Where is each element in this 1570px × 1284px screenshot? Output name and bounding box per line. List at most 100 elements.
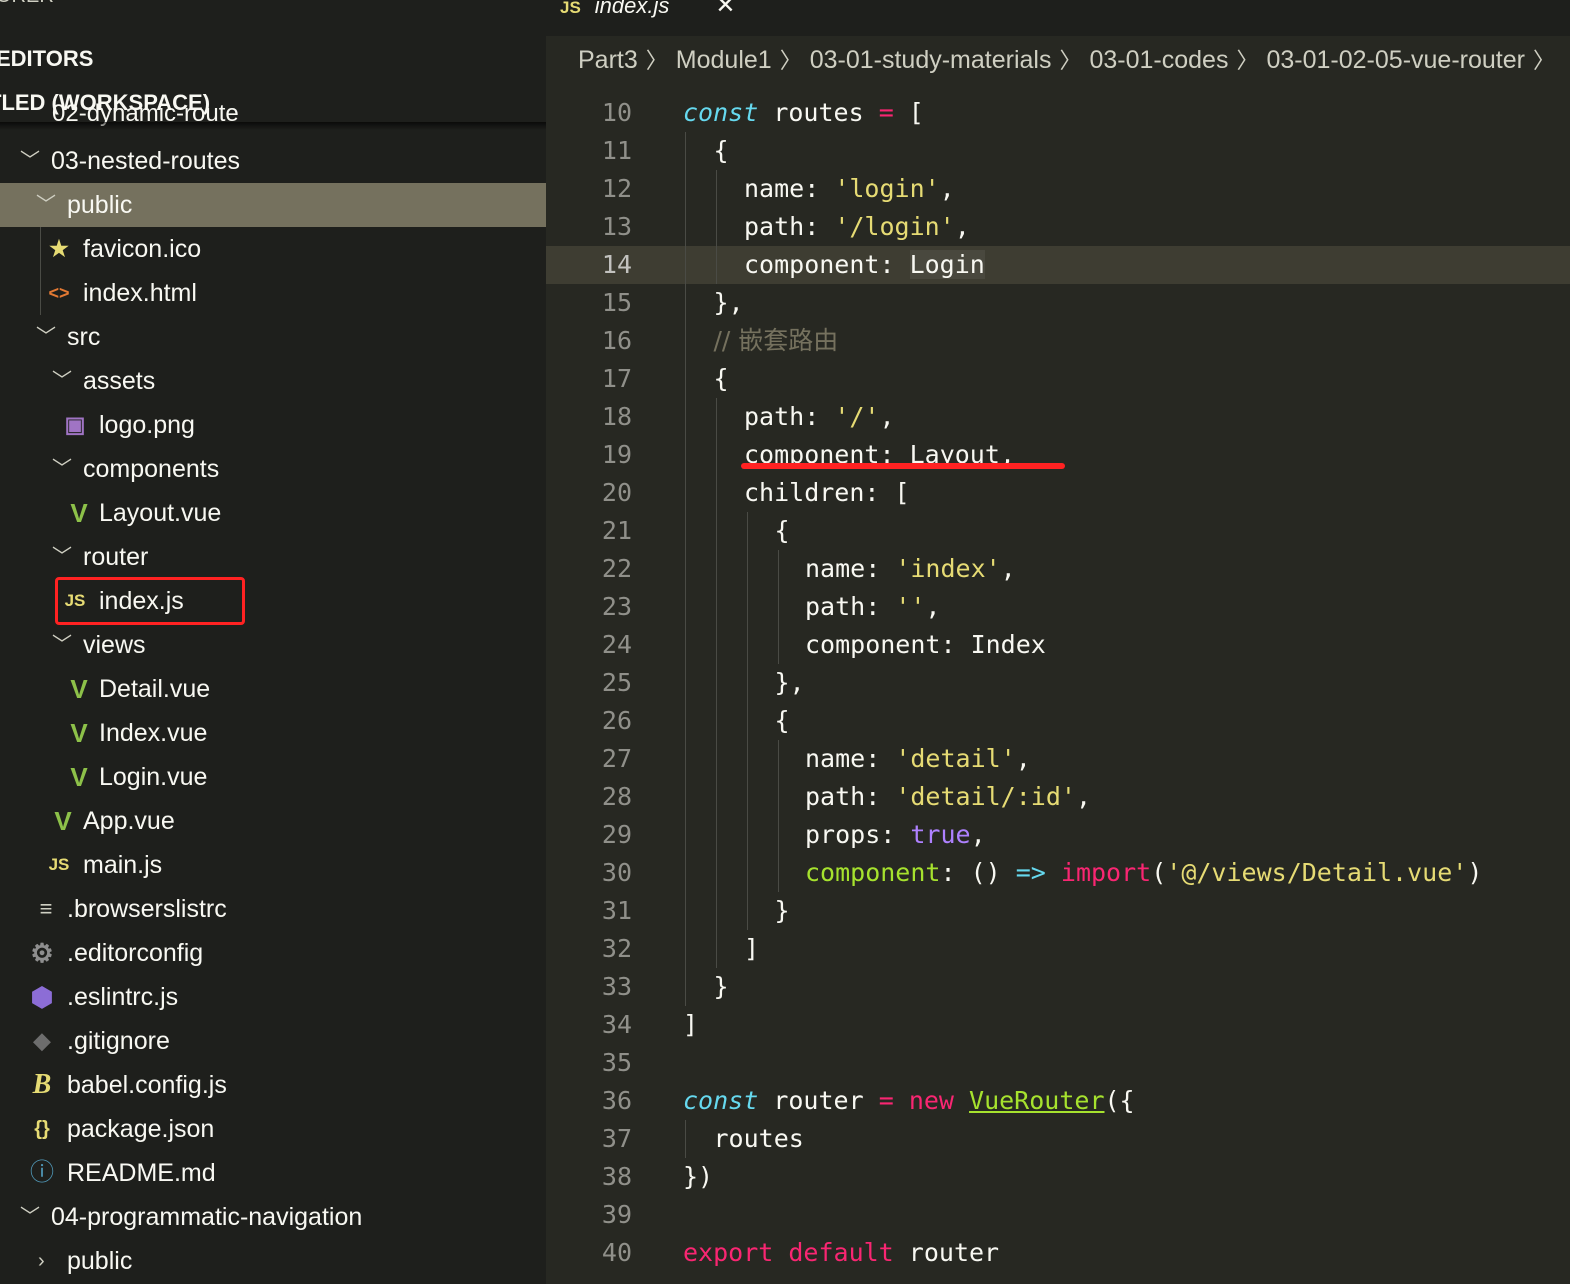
line-number: 15 xyxy=(601,288,632,317)
file-login-vue[interactable]: V Login.vue xyxy=(0,755,546,799)
code-line[interactable]: 35 xyxy=(546,1044,1570,1082)
tree-item-label: README.md xyxy=(67,1159,216,1187)
code-line[interactable]: 40 export default router xyxy=(546,1234,1570,1272)
code-line[interactable]: 27 name: 'detail', xyxy=(546,740,1570,778)
code-line[interactable]: 36 const router = new VueRouter({ xyxy=(546,1082,1570,1120)
chevron-down-icon: ﹀ xyxy=(36,194,56,216)
tree-item-label: main.js xyxy=(83,851,163,879)
file-gitignore[interactable]: ◆ .gitignore xyxy=(0,1019,546,1063)
file-index-html[interactable]: <> index.html xyxy=(0,271,546,315)
indent-guide xyxy=(716,778,717,816)
code-line[interactable]: 15}, xyxy=(546,284,1570,322)
tree-item-label: package.json xyxy=(67,1115,215,1143)
code-line[interactable]: 33} xyxy=(546,968,1570,1006)
code-text: const routes = [ xyxy=(683,98,924,127)
code-line[interactable]: 22 name: 'index', xyxy=(546,550,1570,588)
indent-guide xyxy=(747,512,748,550)
file-detail-vue[interactable]: V Detail.vue xyxy=(0,667,546,711)
code-line[interactable]: 13 path: '/login', xyxy=(546,208,1570,246)
tree-item-label: .gitignore xyxy=(67,1027,170,1055)
code-line[interactable]: 12 name: 'login', xyxy=(546,170,1570,208)
code-line[interactable]: 29 props: true, xyxy=(546,816,1570,854)
gear-icon: ⚙ xyxy=(30,938,54,968)
folder-views[interactable]: ﹀ views xyxy=(0,623,546,667)
code-line[interactable]: 24 component: Index xyxy=(546,626,1570,664)
folder-assets[interactable]: ﹀ assets xyxy=(0,359,546,403)
code-line[interactable]: 14 component: Login xyxy=(546,246,1570,284)
code-line[interactable]: 28 path: 'detail/:id', xyxy=(546,778,1570,816)
file-layout-vue[interactable]: V Layout.vue xyxy=(0,491,546,535)
star-icon: ★ xyxy=(49,236,69,261)
indent-guide xyxy=(747,664,748,702)
line-number: 37 xyxy=(601,1124,632,1153)
folder-03-nested-routes[interactable]: ﹀ 03-nested-routes xyxy=(0,139,546,183)
breadcrumb-item[interactable]: 03-01-02-05-vue-router xyxy=(1266,46,1524,74)
code-line[interactable]: 10 const routes = [ xyxy=(546,94,1570,132)
code-text: path: '/', xyxy=(744,402,895,431)
indent-guide xyxy=(685,284,686,322)
breadcrumb-item[interactable]: Module1 xyxy=(676,46,772,74)
code-lines[interactable]: 10 const routes = [11 {12 name: 'login', 13 p… xyxy=(546,94,1570,1272)
code-line[interactable]: 39 xyxy=(546,1196,1570,1234)
line-number: 28 xyxy=(601,782,632,811)
explorer-title: ORER xyxy=(0,0,54,18)
code-line[interactable]: 16 // 嵌套路由 xyxy=(546,322,1570,360)
indent-guide xyxy=(778,854,779,892)
code-line[interactable]: 34] xyxy=(546,1006,1570,1044)
code-line[interactable]: 26 { xyxy=(546,702,1570,740)
file-main-js[interactable]: JS main.js xyxy=(0,843,546,887)
line-number: 34 xyxy=(601,1010,632,1039)
babel-icon: B xyxy=(32,1069,52,1100)
indent-guide xyxy=(685,816,686,854)
tree-item-label: 03-nested-routes xyxy=(51,147,241,175)
code-text: children: [ xyxy=(744,478,910,507)
code-line[interactable]: 23 path: '', xyxy=(546,588,1570,626)
folder-04-programmatic-navigation[interactable]: ﹀ 04-programmatic-navigation xyxy=(0,1195,546,1239)
file-readme-md[interactable]: ⓘ README.md xyxy=(0,1151,546,1195)
file-browserslistrc[interactable]: ≡ .browserslistrc xyxy=(0,887,546,931)
workspace-section[interactable]: TLED (WORKSPACE) xyxy=(0,81,210,125)
file-eslintrc-js[interactable]: ⬢ .eslintrc.js xyxy=(0,975,546,1019)
file-app-vue[interactable]: V App.vue xyxy=(0,799,546,843)
indent-guide xyxy=(685,208,686,246)
indent-guide xyxy=(716,702,717,740)
file-package-json[interactable]: {} package.json xyxy=(0,1107,546,1151)
code-line[interactable]: 20 children: [ xyxy=(546,474,1570,512)
indent-guide xyxy=(747,626,748,664)
breadcrumb-item[interactable]: Part3 xyxy=(578,46,638,74)
indent-guide xyxy=(716,398,717,436)
code-text: name: 'index', xyxy=(805,554,1016,583)
tab-index-js[interactable]: JS index.js ✕ xyxy=(560,0,736,26)
folder-src[interactable]: ﹀ src xyxy=(0,315,546,359)
indent-guide xyxy=(747,816,748,854)
open-editors-section[interactable]: EDITORS xyxy=(0,37,93,81)
file-babel-config-js[interactable]: B babel.config.js xyxy=(0,1063,546,1107)
file-favicon-ico[interactable]: ★ favicon.ico xyxy=(0,227,546,271)
file-logo-png[interactable]: ▣ logo.png xyxy=(0,403,546,447)
code-line[interactable]: 11 { xyxy=(546,132,1570,170)
close-icon[interactable]: ✕ xyxy=(715,0,735,19)
folder-public[interactable]: ﹀ public xyxy=(0,183,546,227)
tab-bar: JS index.js ✕ xyxy=(546,0,1570,36)
code-line[interactable]: 25}, xyxy=(546,664,1570,702)
indent-guide xyxy=(685,930,686,968)
breadcrumb-item[interactable]: 03-01-study-materials xyxy=(810,46,1052,74)
code-line[interactable]: 32] xyxy=(546,930,1570,968)
folder-router[interactable]: ﹀ router xyxy=(0,535,546,579)
annotation-underline xyxy=(741,463,1065,469)
code-line[interactable]: 17 { xyxy=(546,360,1570,398)
file-editorconfig[interactable]: ⚙ .editorconfig xyxy=(0,931,546,975)
code-line[interactable]: 38}) xyxy=(546,1158,1570,1196)
file-index-vue[interactable]: V Index.vue xyxy=(0,711,546,755)
git-icon: ◆ xyxy=(33,1028,51,1053)
breadcrumb-item[interactable]: 03-01-codes xyxy=(1089,46,1228,74)
code-line[interactable]: 30 component: () => import('@/views/Detai… xyxy=(546,854,1570,892)
code-line[interactable]: 37 routes xyxy=(546,1120,1570,1158)
code-line[interactable]: 18 path: '/', xyxy=(546,398,1570,436)
more-actions-button[interactable]: ··· xyxy=(480,0,513,12)
code-line[interactable]: 31} xyxy=(546,892,1570,930)
indent-guide xyxy=(685,1120,686,1158)
folder-public-collapsed[interactable]: › public xyxy=(0,1239,546,1283)
code-line[interactable]: 21 { xyxy=(546,512,1570,550)
folder-components[interactable]: ﹀ components xyxy=(0,447,546,491)
